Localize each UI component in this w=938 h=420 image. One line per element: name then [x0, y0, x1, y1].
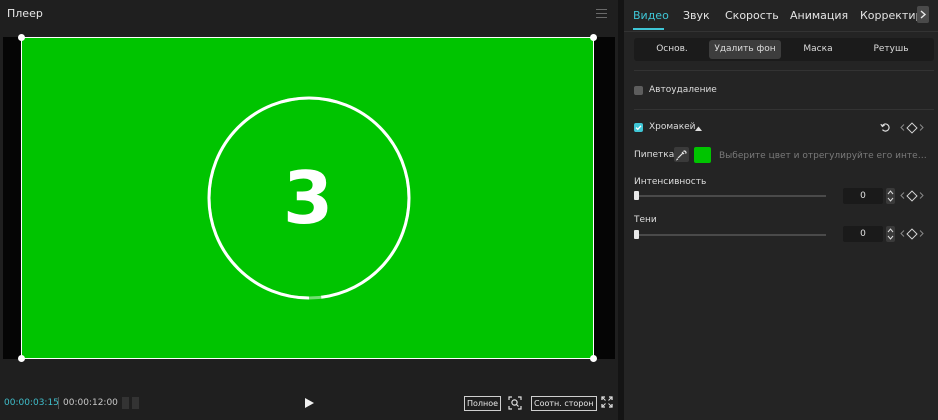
- stepper-arrows-icon: [886, 188, 895, 204]
- tab-speed[interactable]: Скорость: [725, 9, 779, 22]
- intensity-label: Интенсивность: [634, 177, 707, 187]
- subtab-bar: Основ. Удалить фон Маска Ретушь: [634, 38, 934, 61]
- chevron-right-icon: [920, 10, 927, 19]
- timecode-separator: [58, 397, 59, 409]
- keyframe-prev-icon[interactable]: [900, 192, 905, 199]
- subtab-mask[interactable]: Маска: [782, 40, 854, 59]
- intensity-slider-track[interactable]: [634, 195, 826, 197]
- keyframe-diamond-icon[interactable]: [906, 190, 918, 202]
- intensity-stepper[interactable]: [886, 188, 895, 204]
- menu-icon[interactable]: [596, 9, 607, 20]
- shadows-label: Тени: [634, 215, 657, 225]
- divider: [634, 109, 934, 110]
- tab-adjust[interactable]: Корректир: [860, 9, 922, 22]
- eyedropper-label: Пипетка: [634, 150, 675, 160]
- chroma-key-checkbox[interactable]: [634, 123, 643, 132]
- current-timecode: 00:00:03:15: [4, 398, 59, 408]
- subtab-retouch[interactable]: Ретушь: [855, 40, 927, 59]
- eyedropper-icon: [675, 150, 687, 161]
- marker-icon[interactable]: [122, 397, 140, 409]
- keyframe-next-icon[interactable]: [919, 230, 924, 237]
- resize-handle-bottom-left[interactable]: [18, 355, 25, 362]
- subtab-remove-bg[interactable]: Удалить фон: [709, 40, 781, 59]
- player-footer: 00:00:03:15 00:00:12:00 Полное Соотн. ст…: [0, 388, 618, 418]
- keyframe-next-icon[interactable]: [919, 124, 924, 131]
- inspector-panel: Видео Звук Скорость Анимация Корректир О…: [624, 0, 938, 420]
- subtab-basic[interactable]: Основ.: [636, 40, 708, 59]
- auto-remove-label: Автоудаление: [649, 85, 717, 95]
- reset-icon[interactable]: [880, 122, 891, 133]
- intensity-input[interactable]: 0: [843, 188, 883, 204]
- total-timecode: 00:00:12:00: [63, 398, 118, 408]
- keyframe-diamond-icon[interactable]: [906, 228, 918, 240]
- collapse-caret-icon[interactable]: [695, 126, 702, 131]
- resize-handle-bottom-right[interactable]: [590, 355, 597, 362]
- shadows-stepper[interactable]: [886, 226, 895, 242]
- stepper-arrows-icon: [886, 226, 895, 242]
- keyframe-prev-icon[interactable]: [900, 230, 905, 237]
- full-quality-button[interactable]: Полное: [464, 396, 502, 411]
- resize-handle-top-right[interactable]: [590, 34, 597, 41]
- divider: [634, 70, 934, 71]
- fullscreen-icon[interactable]: [601, 396, 613, 408]
- play-icon[interactable]: [303, 397, 315, 409]
- tab-video[interactable]: Видео: [633, 9, 669, 22]
- keyframe-prev-icon[interactable]: [900, 124, 905, 131]
- inspector-tabs: Видео Звук Скорость Анимация Корректир: [624, 0, 938, 32]
- editor-window: Плеер 3 00:00:03:15 00:00:12:00 Полное С…: [0, 0, 938, 420]
- chroma-color-swatch[interactable]: [694, 147, 711, 163]
- transform-box[interactable]: [21, 37, 594, 359]
- keyframe-next-icon[interactable]: [919, 192, 924, 199]
- tab-animation[interactable]: Анимация: [790, 9, 848, 22]
- tab-audio[interactable]: Звук: [683, 9, 710, 22]
- chroma-key-label: Хромакей: [649, 122, 696, 132]
- eyedropper-hint: Выберите цвет и отрегулируйте его интенс…: [719, 151, 927, 161]
- more-tabs-button[interactable]: [917, 6, 929, 23]
- keyframe-diamond-icon[interactable]: [906, 122, 918, 134]
- player-panel: Плеер 3 00:00:03:15 00:00:12:00 Полное С…: [0, 0, 618, 420]
- player-title: Плеер: [7, 7, 43, 20]
- check-icon: [635, 125, 642, 131]
- player-header: Плеер: [0, 0, 618, 30]
- auto-remove-checkbox[interactable]: [634, 86, 643, 95]
- active-tab-indicator: [633, 28, 664, 30]
- shadows-slider-handle[interactable]: [634, 230, 639, 239]
- shadows-slider-track[interactable]: [634, 234, 826, 236]
- aspect-ratio-button[interactable]: Соотн. сторон: [531, 396, 597, 411]
- resize-handle-top-left[interactable]: [18, 34, 25, 41]
- zoom-fit-icon[interactable]: [508, 396, 522, 410]
- shadows-input[interactable]: 0: [843, 226, 883, 242]
- intensity-slider-handle[interactable]: [634, 191, 639, 200]
- eyedropper-button[interactable]: [674, 147, 689, 162]
